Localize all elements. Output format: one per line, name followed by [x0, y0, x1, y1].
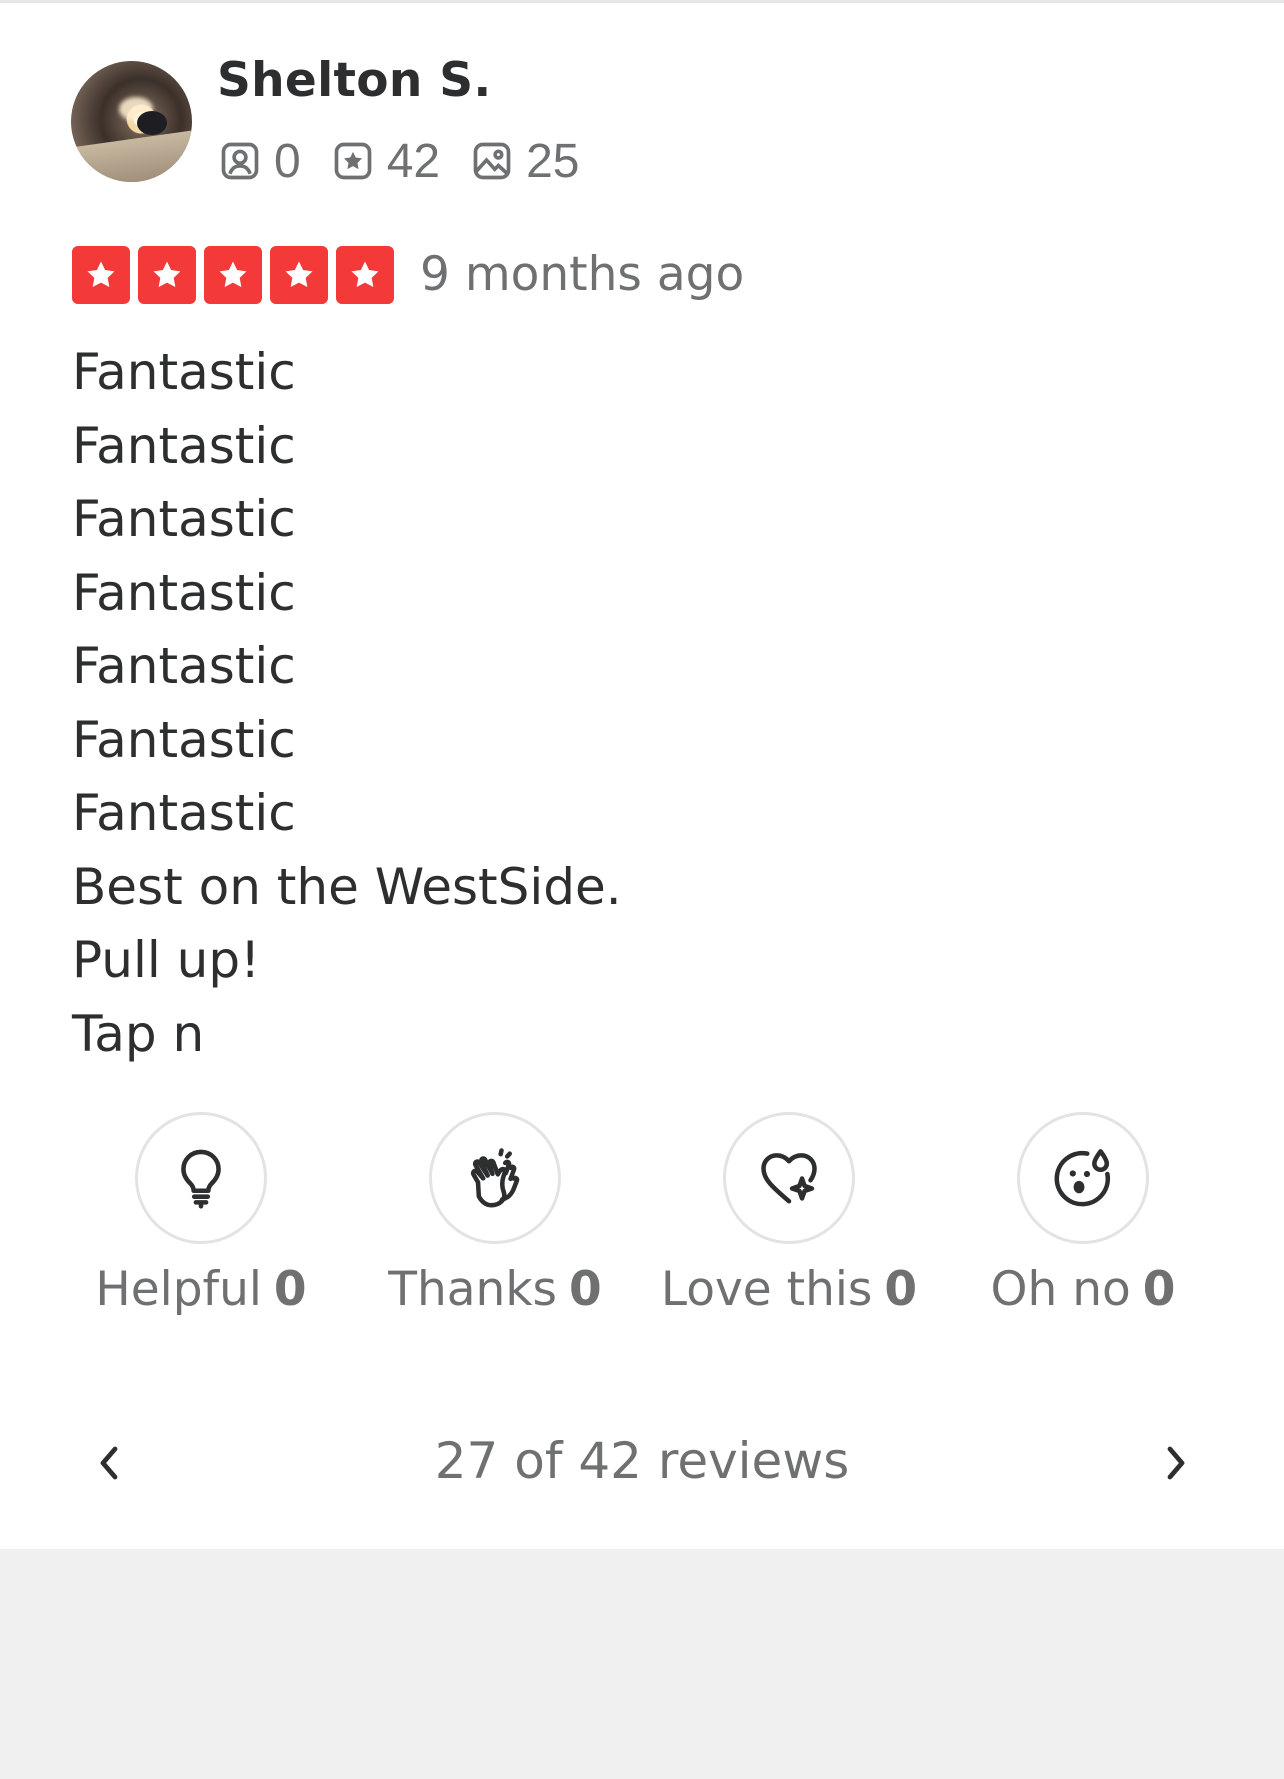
- chevron-right-icon: [1167, 1446, 1185, 1480]
- reaction-count: 0: [884, 1262, 918, 1317]
- helpful-reaction-label: Helpful 0: [95, 1262, 306, 1317]
- clapping-hands-icon: [470, 1148, 520, 1208]
- helpful-reaction-button[interactable]: Helpful 0: [66, 1112, 336, 1317]
- review-line: Pull up!: [72, 931, 261, 989]
- oh-no-reaction-label: Oh no 0: [991, 1262, 1176, 1317]
- love-this-reaction-circle[interactable]: [723, 1112, 855, 1244]
- thanks-reaction-label: Thanks 0: [388, 1262, 602, 1317]
- review-line: Fantastic: [72, 637, 296, 695]
- heart-sparkle-icon: [761, 1153, 817, 1204]
- reaction-label-text: Oh no: [990, 1262, 1131, 1317]
- review-line: Fantastic: [72, 343, 296, 401]
- reviews-count: 42: [386, 134, 441, 188]
- love-this-reaction-label: Love this 0: [661, 1262, 917, 1317]
- star-icon: [204, 246, 262, 304]
- love-this-reaction-button[interactable]: Love this 0: [654, 1112, 924, 1317]
- reactions-bar: Helpful 0 Thanks 0 Love this 0 Oh no 0: [0, 1112, 1284, 1332]
- review-date: 9 months ago: [420, 247, 745, 302]
- thanks-reaction-circle[interactable]: [429, 1112, 561, 1244]
- photos-count: 25: [526, 134, 580, 188]
- reaction-label-text: Thanks: [388, 1262, 558, 1317]
- reaction-label-text: Love this: [660, 1262, 873, 1317]
- user-name[interactable]: Shelton S.: [217, 53, 492, 108]
- review-line: Best on the WestSide.: [72, 857, 622, 916]
- avatar-photo-object: [137, 111, 167, 135]
- reaction-label-text: Helpful: [95, 1262, 262, 1317]
- photos-stat: 25: [470, 134, 579, 189]
- star-icon: [138, 246, 196, 304]
- oh-no-reaction-button[interactable]: Oh no 0: [948, 1112, 1218, 1317]
- star-icon: [336, 246, 394, 304]
- reaction-count: 0: [569, 1262, 602, 1317]
- oh-no-reaction-circle[interactable]: [1017, 1112, 1149, 1244]
- avatar-photo-surface: [71, 130, 192, 182]
- review-line: Tap n: [72, 1004, 205, 1063]
- review-pager: 27 of 42 reviews: [0, 1428, 1284, 1498]
- star-rating: [72, 246, 402, 304]
- review-line: Fantastic: [72, 710, 296, 769]
- friends-icon: [221, 142, 259, 180]
- photo-icon: [473, 142, 511, 180]
- user-avatar[interactable]: [71, 61, 192, 182]
- review-star-icon: [334, 142, 372, 180]
- review-body: Fantastic Fantastic Fantastic Fantastic …: [72, 336, 1212, 1071]
- review-card: Shelton S. 0 42 25 9 months ago Fantasti…: [0, 0, 1284, 1549]
- reviews-stat: 42: [331, 134, 440, 189]
- reaction-count: 0: [1142, 1262, 1176, 1317]
- reaction-count: 0: [273, 1262, 307, 1317]
- star-icon: [72, 246, 130, 304]
- page-background: [0, 1549, 1284, 1779]
- star-icon: [270, 246, 328, 304]
- review-line: Fantastic: [72, 563, 296, 622]
- review-line: Fantastic: [72, 490, 296, 548]
- surprised-face-icon: [1054, 1149, 1111, 1207]
- helpful-reaction-circle[interactable]: [135, 1112, 267, 1244]
- friends-count: 0: [274, 134, 301, 188]
- review-line: Fantastic: [72, 784, 296, 842]
- user-stats: 0 42 25: [218, 133, 609, 189]
- lightbulb-icon: [181, 1149, 221, 1209]
- friends-stat: 0: [218, 134, 301, 189]
- review-line: Fantastic: [72, 416, 296, 475]
- next-review-button[interactable]: [1151, 1438, 1201, 1488]
- review-position-text: 27 of 42 reviews: [434, 1432, 850, 1490]
- thanks-reaction-button[interactable]: Thanks 0: [360, 1112, 630, 1317]
